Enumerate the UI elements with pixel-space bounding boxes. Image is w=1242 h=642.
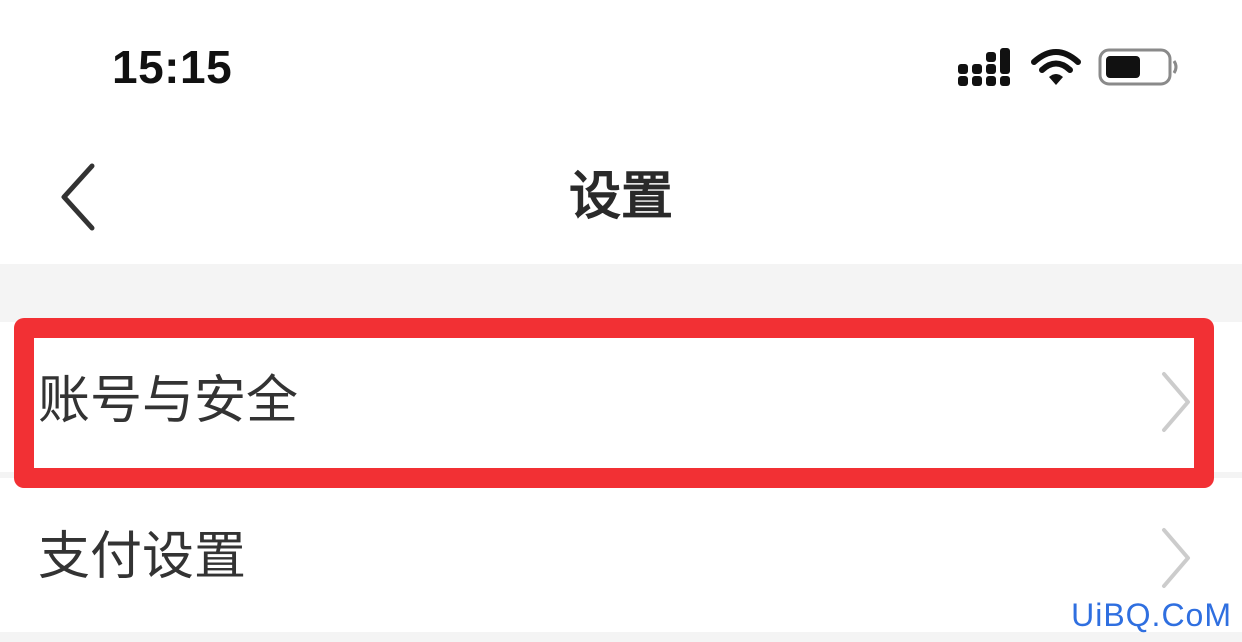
chevron-right-icon [1162,372,1190,432]
watermark-text: UiBQ.CoM [1071,597,1232,633]
cellular-signal-icon [958,48,1010,86]
status-time: 15:15 [112,41,233,93]
bottom-spacer [0,632,1242,642]
settings-item-payment[interactable]: 支付设置 [0,478,1242,628]
status-bar: 15:15 [0,0,1242,130]
page-title: 设置 [568,167,673,227]
section-divider [0,264,1242,322]
settings-screen: 15:15 设置 账号与安全 支付设置 UiBQ.CoM [0,0,1242,642]
navigation-bar: 设置 [0,130,1242,264]
settings-item-label: 账号与安全 [38,371,299,431]
battery-icon [1098,48,1178,86]
wifi-icon [1031,49,1081,85]
settings-item-account-security[interactable]: 账号与安全 [0,322,1242,472]
settings-item-label: 支付设置 [38,527,247,587]
chevron-right-icon [1162,528,1190,588]
